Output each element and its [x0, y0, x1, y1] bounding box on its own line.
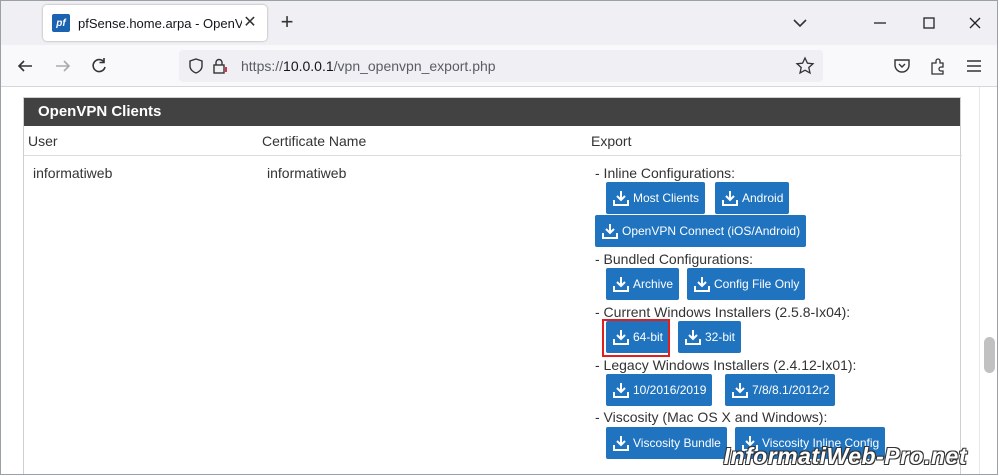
download-icon: [602, 224, 618, 239]
minimize-icon[interactable]: [868, 11, 892, 35]
inline-configurations-label: - Inline Configurations:: [595, 165, 736, 181]
legacy-10-2016-2019-button[interactable]: 10/2016/2019: [606, 374, 713, 406]
legacy-windows-installers-label: - Legacy Windows Installers (2.4.12-Ix01…: [595, 357, 857, 373]
column-header-export: Export: [591, 133, 632, 149]
pfsense-favicon-icon: pf: [52, 14, 70, 32]
user-cell: informatiweb: [33, 165, 113, 181]
most-clients-button[interactable]: Most Clients: [606, 182, 706, 214]
download-icon: [694, 277, 710, 292]
column-header-certificate-name: Certificate Name: [262, 133, 367, 149]
column-header-user: User: [28, 133, 58, 149]
window-close-icon[interactable]: [963, 11, 987, 35]
config-file-only-button[interactable]: Config File Only: [687, 268, 806, 300]
menu-hamburger-icon[interactable]: [964, 56, 984, 76]
highlight-box-64-bit: [602, 319, 670, 357]
chevron-down-icon[interactable]: [790, 13, 810, 33]
close-tab-icon[interactable]: ✕: [241, 14, 259, 32]
forward-arrow-icon[interactable]: [53, 56, 73, 76]
certificate-cell: informatiweb: [267, 165, 347, 181]
download-icon: [613, 436, 629, 451]
installer-32-bit-button[interactable]: 32-bit: [678, 321, 742, 353]
back-arrow-icon[interactable]: [15, 56, 35, 76]
bookmark-star-icon[interactable]: [795, 56, 815, 76]
archive-button[interactable]: Archive: [606, 268, 680, 300]
navigation-toolbar: https://10.0.0.1/vpn_openvpn_export.php: [1, 45, 997, 87]
extensions-puzzle-icon[interactable]: [928, 56, 948, 76]
vertical-scrollbar[interactable]: [979, 87, 997, 474]
current-windows-installers-label: - Current Windows Installers (2.5.8-Ix04…: [595, 304, 851, 320]
download-icon: [685, 330, 701, 345]
download-icon: [722, 191, 738, 206]
android-button[interactable]: Android: [715, 182, 790, 214]
header-divider: [24, 155, 962, 156]
bundled-configurations-label: - Bundled Configurations:: [595, 251, 753, 267]
viscosity-bundle-button[interactable]: Viscosity Bundle: [606, 427, 727, 459]
pocket-icon[interactable]: [892, 56, 912, 76]
lock-warning-icon[interactable]: [211, 57, 229, 75]
page-content: OpenVPN Clients User Certificate Name Ex…: [1, 87, 979, 474]
download-icon: [613, 383, 629, 398]
shield-icon[interactable]: [187, 57, 205, 75]
browser-window: pf pfSense.home.arpa - OpenVPN ✕ + https…: [0, 0, 998, 475]
address-bar[interactable]: https://10.0.0.1/vpn_openvpn_export.php: [179, 50, 823, 82]
new-tab-icon[interactable]: +: [277, 11, 297, 33]
legacy-7-8-2012r2-button[interactable]: 7/8/8.1/2012r2: [725, 374, 836, 406]
url-text[interactable]: https://10.0.0.1/vpn_openvpn_export.php: [241, 58, 496, 74]
openvpn-connect-button[interactable]: OpenVPN Connect (iOS/Android): [595, 215, 807, 247]
scrollbar-thumb[interactable]: [984, 337, 995, 373]
download-icon: [613, 277, 629, 292]
viscosity-label: - Viscosity (Mac OS X and Windows):: [595, 409, 828, 425]
tab-title: pfSense.home.arpa - OpenVPN: [78, 15, 242, 31]
maximize-icon[interactable]: [917, 11, 941, 35]
browser-tab[interactable]: pf pfSense.home.arpa - OpenVPN ✕: [43, 5, 267, 41]
download-icon: [732, 383, 748, 398]
reload-icon[interactable]: [89, 56, 109, 76]
panel-title: OpenVPN Clients: [24, 98, 960, 126]
tab-strip: pf pfSense.home.arpa - OpenVPN ✕ +: [1, 1, 997, 45]
download-icon: [613, 191, 629, 206]
watermark: InformatiWeb-Pro.net: [723, 443, 967, 469]
openvpn-clients-panel: OpenVPN Clients User Certificate Name Ex…: [23, 97, 962, 474]
